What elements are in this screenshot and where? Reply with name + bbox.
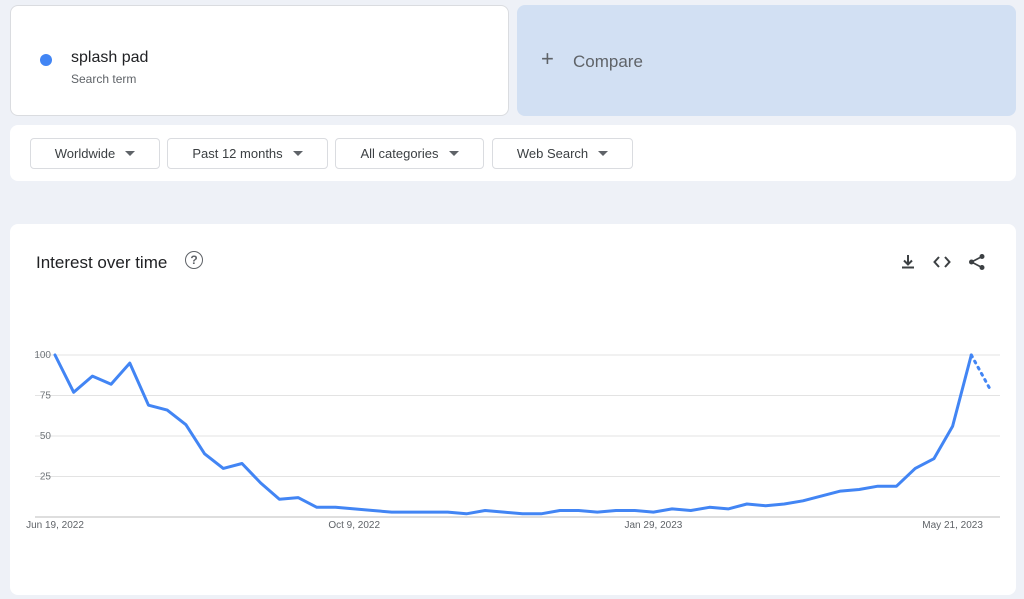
series-color-dot (40, 54, 52, 66)
compare-label: Compare (573, 52, 643, 71)
series-line (53, 353, 973, 516)
caret-down-icon (598, 151, 609, 156)
x-tick-label: Oct 9, 2022 (328, 520, 380, 531)
search-term-name: splash pad (71, 49, 149, 66)
y-tick-label: 75 (40, 391, 52, 402)
y-tick-label: 50 (40, 431, 52, 442)
filter-region-dropdown[interactable]: Worldwide (30, 138, 160, 169)
search-term-subtitle: Search term (71, 72, 137, 86)
interest-line-chart: 25 50 75 100 Jun 19, 2022 Oct 9, 2022 Jan 29, … (26, 350, 1000, 531)
x-tick-label: May 21, 2023 (922, 520, 983, 531)
y-tick-label: 100 (34, 350, 51, 361)
plus-icon: + (541, 46, 554, 71)
filter-bar: Worldwide Past 12 months All categories … (10, 125, 1016, 181)
x-tick-label: Jan 29, 2023 (624, 520, 682, 531)
caret-down-icon (125, 151, 136, 156)
compare-button[interactable]: + Compare (517, 5, 1016, 116)
interest-over-time-card: Interest over time ? 25 50 75 100 Jun 19, 20… (10, 224, 1016, 595)
y-tick-label: 25 (40, 472, 52, 483)
series-partial-segment (969, 353, 992, 391)
filter-search-type-label: Web Search (516, 146, 589, 161)
search-term-card[interactable]: splash pad Search term (10, 5, 509, 116)
filter-time-dropdown[interactable]: Past 12 months (167, 138, 328, 169)
filter-category-label: All categories (360, 146, 439, 161)
caret-down-icon (292, 151, 303, 156)
filter-time-label: Past 12 months (192, 146, 283, 161)
filter-category-dropdown[interactable]: All categories (335, 138, 484, 169)
filter-region-label: Worldwide (54, 146, 116, 161)
filter-search-type-dropdown[interactable]: Web Search (492, 138, 633, 169)
caret-down-icon (448, 151, 459, 156)
x-tick-label: Jun 19, 2022 (26, 520, 84, 531)
